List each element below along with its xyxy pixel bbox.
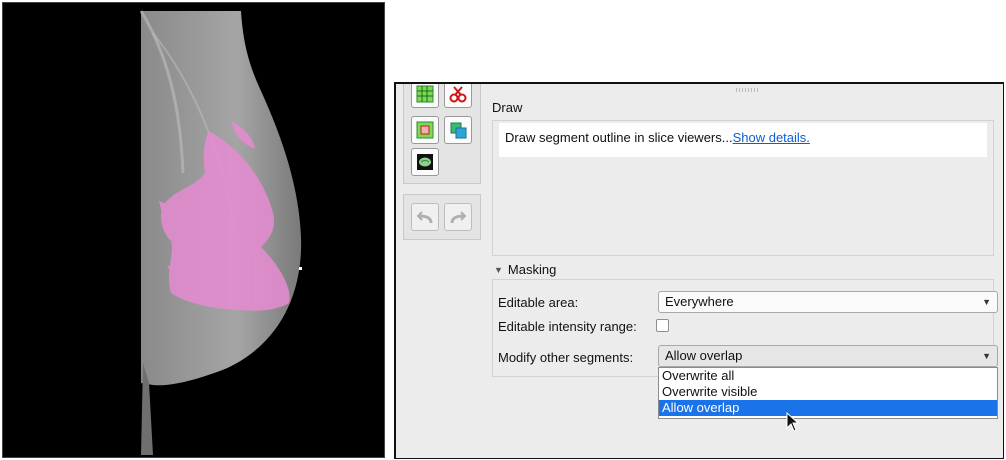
grid-effect-button[interactable] — [411, 84, 439, 108]
editable-intensity-range-checkbox[interactable] — [656, 319, 669, 332]
dropdown-option-allow-overlap[interactable]: Allow overlap — [659, 400, 997, 416]
brain-view-icon — [417, 154, 433, 170]
margin-effect-button[interactable] — [411, 116, 439, 144]
undo-button[interactable] — [411, 203, 439, 231]
editable-area-combobox[interactable]: Everywhere ▼ — [658, 291, 998, 313]
grid-effect-icon — [416, 85, 434, 103]
modify-other-segments-label: Modify other segments: — [498, 350, 634, 365]
mammogram-image — [139, 10, 302, 455]
modify-other-segments-dropdown-list: Overwrite all Overwrite visible Allow ov… — [658, 367, 998, 419]
masking-section-title: Masking — [507, 262, 557, 277]
splitter-handle[interactable] — [736, 88, 758, 92]
masking-section-header[interactable]: ▼ Masking — [494, 262, 556, 277]
editable-intensity-range-label: Editable intensity range: — [498, 319, 637, 334]
draw-description: Draw segment outline in slice viewers...… — [499, 123, 987, 157]
draw-section-title: Draw — [492, 100, 523, 115]
dropdown-arrow-icon: ▼ — [982, 351, 991, 361]
collapse-triangle-icon: ▼ — [494, 265, 503, 275]
draw-description-text: Draw segment outline in slice viewers... — [505, 130, 733, 145]
segment-editor-panel: Draw Draw segment outline in slice viewe… — [394, 82, 1004, 459]
modify-other-segments-value: Allow overlap — [665, 348, 743, 363]
slice-viewer[interactable] — [2, 2, 385, 458]
editable-area-value: Everywhere — [665, 294, 734, 309]
effects-toolbox — [403, 84, 481, 184]
copy-segment-button[interactable] — [444, 116, 472, 144]
undo-redo-toolbox — [403, 194, 481, 240]
copy-segment-icon — [450, 122, 467, 139]
brain-view-button[interactable] — [411, 148, 439, 176]
draw-options-box: Draw segment outline in slice viewers...… — [492, 120, 994, 256]
scissors-icon — [449, 86, 467, 103]
editable-area-label: Editable area: — [498, 295, 579, 310]
dropdown-arrow-icon: ▼ — [982, 297, 991, 307]
scissors-effect-button[interactable] — [444, 84, 472, 108]
show-details-link[interactable]: Show details. — [733, 130, 810, 145]
redo-icon — [450, 211, 467, 224]
margin-effect-icon — [416, 121, 434, 139]
mouse-cursor-icon — [786, 412, 800, 432]
modify-other-segments-combobox[interactable]: Allow overlap ▼ — [658, 345, 998, 367]
dropdown-option-overwrite-all[interactable]: Overwrite all — [659, 368, 997, 384]
redo-button[interactable] — [444, 203, 472, 231]
dropdown-option-overwrite-visible[interactable]: Overwrite visible — [659, 384, 997, 400]
undo-icon — [416, 211, 433, 224]
